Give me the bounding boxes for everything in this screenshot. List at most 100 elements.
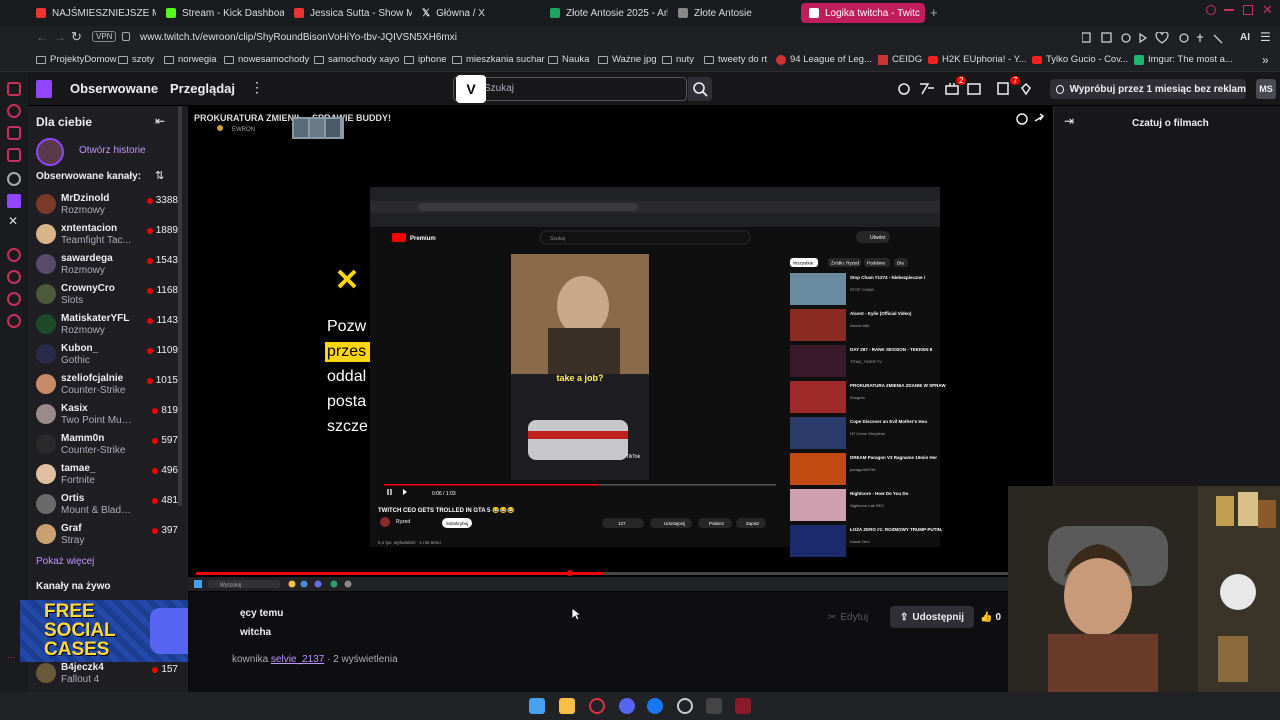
browser-tab[interactable]: NAJŚMIESZNIEJSZE MOM (28, 3, 156, 23)
chatgpt-icon[interactable] (7, 172, 21, 186)
ai-button[interactable]: AI (1240, 32, 1250, 43)
file-explorer-icon[interactable] (559, 698, 575, 714)
bookmark-link[interactable]: H2K EUphoria! - Y... (928, 54, 1027, 65)
browser-tab[interactable]: Stream - Kick Dashboard (158, 3, 284, 23)
nav-browse[interactable]: Przeglądaj (170, 81, 235, 96)
sort-icon[interactable]: ⇅ (155, 169, 164, 182)
sidebar-channel[interactable]: MrDzinold Rozmowy 3388 (28, 190, 178, 220)
sidebar-channel[interactable]: Kubon_ Gothic 1109 (28, 340, 178, 370)
vpn-badge[interactable]: VPN (92, 31, 117, 42)
terminal-icon[interactable] (706, 698, 722, 714)
show-more-link[interactable]: Pokaż więcej (36, 556, 94, 567)
related-thumbnail (790, 453, 846, 485)
menu-icon[interactable]: ☰ (1260, 30, 1271, 44)
bookmark-link[interactable]: 94 League of Leg... (776, 54, 872, 65)
url-field[interactable]: www.twitch.tv/ewroon/clip/ShyRoundBisonV… (140, 32, 457, 43)
settings-icon[interactable] (7, 314, 21, 328)
svg-text:127: 127 (618, 521, 626, 526)
sidebar-channel[interactable]: sawardega Rozmowy 1543 (28, 250, 178, 280)
browser-tab[interactable]: Złote Antosie 2025 - Arku (542, 3, 668, 23)
browser-tab-active[interactable]: Logika twitcha - Twitc (801, 3, 925, 23)
notes-icon[interactable] (7, 148, 21, 162)
reload-icon[interactable]: ↻ (71, 29, 82, 45)
more-options-icon[interactable]: ⋮ (250, 79, 264, 96)
messenger-icon[interactable] (647, 698, 663, 714)
collapse-sidebar-icon[interactable]: ⇤ (155, 114, 165, 128)
yt-search-input (539, 230, 751, 245)
more-bookmarks-icon[interactable]: » (1262, 53, 1269, 67)
twitch-icon[interactable] (7, 194, 21, 208)
bookmark-folder[interactable]: szoty (118, 54, 154, 65)
bookmark-folder[interactable]: iphone (404, 54, 447, 65)
clip-player[interactable]: PROKURATURA ZMIENIŁ... SPRAWIE BUDDY! EW… (188, 106, 1053, 592)
browser-tab[interactable]: 𝕏 Główna / X (414, 3, 540, 23)
bookmark-link[interactable]: CEIDG (878, 54, 922, 65)
close-icon[interactable]: ✕ (1262, 2, 1273, 18)
svg-text:6,1 tys. wyświetleń · 1 rok te: 6,1 tys. wyświetleń · 1 rok temu (378, 540, 441, 545)
obs-icon[interactable] (677, 698, 693, 714)
sidebar-channel[interactable]: szeliofcjalnie Counter-Strike 1015 (28, 370, 178, 400)
twitch-logo-icon[interactable] (36, 80, 52, 98)
bookmark-link[interactable]: Tylko Gucio - Cov... (1032, 54, 1128, 65)
prime-trial-button[interactable]: Wypróbuj przez 1 miesiąc bez reklam (1050, 79, 1246, 99)
browser-tab[interactable]: Złote Antosie (670, 3, 796, 23)
sidebar-channel[interactable]: B4jeczk4 Fallout 4 157 (28, 659, 178, 689)
bookmark-folder[interactable]: nowesamochody (224, 54, 309, 65)
more-icon[interactable]: ··· (7, 652, 16, 662)
bookmark-folder[interactable]: tweety do rt (704, 54, 767, 65)
bookmark-link[interactable]: Imgur: The most a... (1134, 54, 1233, 65)
minimize-icon[interactable] (1224, 9, 1234, 11)
bookmark-folder[interactable]: Nauka (548, 54, 589, 65)
wallet-icon[interactable] (7, 126, 21, 140)
app-icon[interactable] (735, 698, 751, 714)
forward-icon[interactable]: → (54, 30, 66, 44)
sidebar-channel[interactable]: xntentacion Teamfight Tac... 1889 (28, 220, 178, 250)
open-stories-link[interactable]: Otwórz historie (79, 145, 146, 156)
twitch-top-nav: Obserwowane Przeglądaj ⋮ Szukaj V 2 7 Wy… (28, 72, 1280, 106)
bookmark-folder[interactable]: Ważne jpg (598, 54, 657, 65)
sidebar-channel[interactable]: Mamm0n Counter-Strike 597 (28, 430, 178, 460)
history-icon[interactable] (7, 104, 21, 118)
maximize-icon[interactable] (1243, 5, 1253, 15)
bookmark-folder[interactable]: mieszkania suchar (452, 54, 545, 65)
expand-chat-icon[interactable]: ⇥ (1064, 114, 1074, 128)
discord-icon[interactable] (619, 698, 635, 714)
opera-icon[interactable] (589, 698, 605, 714)
messenger-icon[interactable] (7, 82, 21, 96)
clipper-link[interactable]: selvie_2137 (271, 654, 324, 665)
sidebar-channel[interactable]: CrownyCro Slots 1168 (28, 280, 178, 310)
location-icon[interactable] (7, 292, 21, 306)
sidebar-scrollbar[interactable] (178, 106, 182, 506)
download-icon[interactable] (7, 270, 21, 284)
search-button[interactable] (688, 77, 712, 101)
clock-icon[interactable] (7, 248, 21, 262)
sidebar-channel[interactable]: Kasix Two Point Mus... 819 (28, 400, 178, 430)
channel-name: CrownyCro (61, 283, 115, 294)
like-button[interactable]: 👍 0 (980, 606, 1008, 628)
extension-logo-icon[interactable]: V (456, 75, 486, 103)
new-tab-button[interactable]: + (930, 5, 938, 20)
nav-following[interactable]: Obserwowane (70, 81, 158, 96)
back-icon[interactable]: ← (36, 30, 48, 44)
bookmark-folder[interactable]: ProjektyDomow (36, 54, 117, 65)
nav-icons[interactable] (896, 80, 1056, 98)
x-icon[interactable]: ✕ (8, 214, 18, 228)
yt-progress-bar (384, 484, 600, 486)
search-tabs-icon[interactable] (1206, 5, 1216, 15)
stories-avatar[interactable] (36, 138, 64, 166)
edit-button[interactable]: ✂ Edytuj (828, 607, 868, 627)
bookmark-folder[interactable]: nuty (662, 54, 694, 65)
extension-icons[interactable] (1081, 31, 1223, 44)
browser-tab[interactable]: Jessica Sutta - Show Me (286, 3, 412, 23)
sidebar-channel[interactable]: tamae_ Fortnite 496 (28, 460, 178, 490)
share-button[interactable]: ⇪ Udostępnij (890, 606, 974, 628)
windows-start-icon[interactable] (529, 698, 545, 714)
sidebar-channel[interactable]: Ortis Mount & Blade ... 481 (28, 490, 178, 520)
bookmark-folder[interactable]: norwegia (164, 54, 217, 65)
sidebar-channel[interactable]: Graf Stray 397 (28, 520, 178, 550)
avatar (36, 224, 56, 244)
user-avatar[interactable]: MS (1256, 79, 1276, 99)
sidebar-channel[interactable]: MatiskaterYFL Rozmowy 1143 (28, 310, 178, 340)
bookmark-folder[interactable]: samochody xayo (314, 54, 399, 65)
search-input[interactable]: Szukaj (453, 77, 687, 101)
